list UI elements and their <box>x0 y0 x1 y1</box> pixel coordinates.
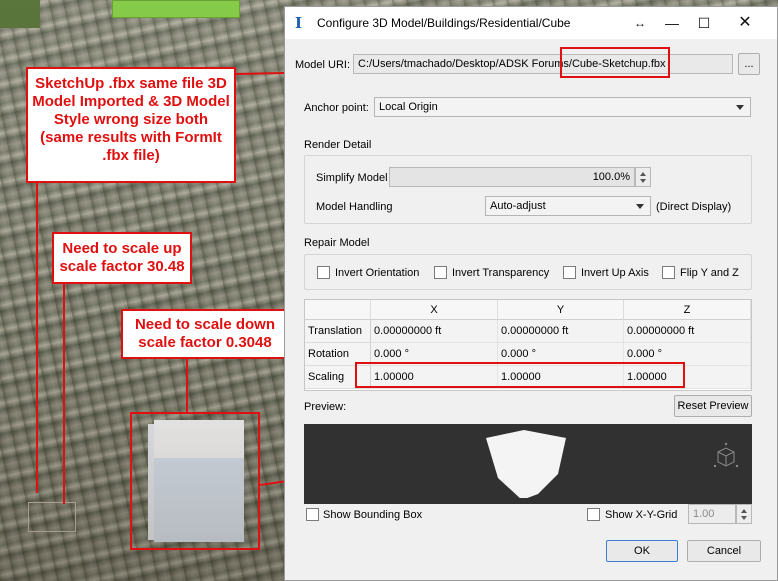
configure-3d-model-dialog: I Configure 3D Model/Buildings/Residenti… <box>284 6 778 581</box>
simplify-model-field[interactable]: 100.0% <box>389 167 635 187</box>
column-header-x[interactable]: X <box>371 300 498 320</box>
resize-arrows-icon: ↔ <box>634 16 646 30</box>
green-building <box>112 0 240 18</box>
model-uri-field[interactable]: C:/Users/tmachado/Desktop/ADSK Forums/Cu… <box>353 54 733 74</box>
row-header-translation: Translation <box>305 320 371 343</box>
translation-y-cell[interactable]: 0.00000000 ft <box>498 320 624 343</box>
green-terrain <box>0 0 40 28</box>
chevron-down-icon <box>636 204 644 209</box>
invert-transparency-label: Invert Transparency <box>452 267 550 279</box>
simplify-model-label: Simplify Model <box>316 172 388 184</box>
annotation-line <box>63 284 65 504</box>
annotation-callout-scale-up: Need to scale up scale factor 30.48 <box>52 232 192 284</box>
annotation-uri-highlight <box>560 47 670 78</box>
direct-display-note: (Direct Display) <box>656 201 732 213</box>
browse-button[interactable]: ... <box>738 53 760 75</box>
view-cube-icon[interactable] <box>710 442 740 472</box>
invert-up-axis-checkbox[interactable] <box>563 266 576 279</box>
render-detail-heading: Render Detail <box>304 139 372 151</box>
column-header-y[interactable]: Y <box>498 300 624 320</box>
annotation-callout-scale-down: Need to scale down scale factor 0.3048 <box>121 309 289 359</box>
show-grid-label: Show X-Y-Grid <box>605 509 678 521</box>
maximize-button[interactable]: ☐ <box>689 12 719 34</box>
invert-orientation-checkbox[interactable] <box>317 266 330 279</box>
translation-z-cell[interactable]: 0.00000000 ft <box>624 320 751 343</box>
column-header-z[interactable]: Z <box>624 300 751 320</box>
title-bar[interactable]: I Configure 3D Model/Buildings/Residenti… <box>285 7 777 39</box>
model-preview-viewport[interactable] <box>304 424 752 504</box>
invert-transparency-checkbox[interactable] <box>434 266 447 279</box>
annotation-line <box>186 359 188 412</box>
invert-orientation-label: Invert Orientation <box>335 267 420 279</box>
table-corner <box>305 300 371 320</box>
ok-button[interactable]: OK <box>606 540 678 562</box>
annotation-scaling-highlight <box>355 362 685 388</box>
repair-model-heading: Repair Model <box>304 237 370 249</box>
invert-up-axis-label: Invert Up Axis <box>581 267 649 279</box>
show-bounding-box-checkbox[interactable] <box>306 508 319 521</box>
close-button[interactable]: ✕ <box>730 12 760 34</box>
translation-x-cell[interactable]: 0.00000000 ft <box>371 320 498 343</box>
show-grid-checkbox[interactable] <box>587 508 600 521</box>
chevron-down-icon <box>736 105 744 110</box>
model-uri-label: Model URI: <box>295 59 351 71</box>
flip-y-z-label: Flip Y and Z <box>680 267 739 279</box>
grid-size-field[interactable]: 1.00 <box>688 504 736 524</box>
tiny-model-footprint <box>28 502 76 532</box>
simplify-spinner[interactable] <box>635 167 651 187</box>
preview-cube-shape <box>486 430 566 498</box>
flip-y-z-checkbox[interactable] <box>662 266 675 279</box>
reset-preview-button[interactable]: Reset Preview <box>674 395 752 417</box>
model-handling-label: Model Handling <box>316 201 393 213</box>
preview-label: Preview: <box>304 401 347 413</box>
anchor-point-value: Local Origin <box>379 101 438 113</box>
grid-size-spinner[interactable] <box>736 504 752 524</box>
anchor-point-select[interactable]: Local Origin <box>374 97 751 117</box>
window-title: Configure 3D Model/Buildings/Residential… <box>317 16 571 30</box>
annotation-cube-frame <box>130 412 260 550</box>
show-bounding-box-label: Show Bounding Box <box>323 509 423 521</box>
minimize-button[interactable]: — <box>657 12 687 34</box>
model-handling-value: Auto-adjust <box>490 200 546 212</box>
model-handling-select[interactable]: Auto-adjust <box>485 196 651 216</box>
cancel-button[interactable]: Cancel <box>687 540 761 562</box>
app-icon: I <box>295 14 303 32</box>
annotation-line <box>36 183 38 493</box>
anchor-point-label: Anchor point: <box>304 102 369 114</box>
annotation-callout-fbx: SketchUp .fbx same file 3D Model Importe… <box>26 67 236 183</box>
